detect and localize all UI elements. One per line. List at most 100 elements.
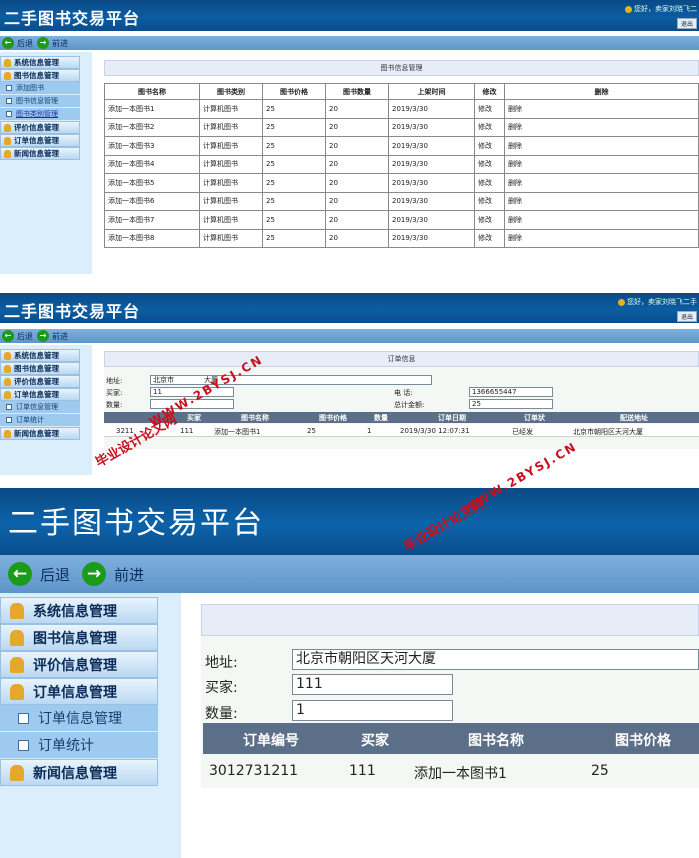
user-icon xyxy=(4,364,11,373)
submenu-bullet-icon xyxy=(6,98,12,104)
back-arrow-icon[interactable]: ← xyxy=(2,330,14,342)
phone-field[interactable]: 1366655447 xyxy=(469,387,553,397)
user-icon xyxy=(4,390,11,399)
delete-link[interactable]: 删除 xyxy=(504,210,699,230)
forward-button[interactable]: 前进 xyxy=(52,38,68,49)
back-button[interactable]: 后退 xyxy=(17,38,33,49)
edit-link[interactable]: 修改 xyxy=(474,154,505,174)
order-row[interactable]: 3012731211 111 添加一本图书1 25 xyxy=(203,754,699,788)
submenu-bullet-icon xyxy=(6,85,12,91)
order-row[interactable]: 3211 111 添加一本图书1 25 1 2019/3/30 12:07:31… xyxy=(104,424,699,437)
menu-system[interactable]: 系统信息管理 xyxy=(0,597,158,624)
col-order-id: 订单编号 xyxy=(243,733,299,749)
quantity-label: 数量: xyxy=(106,401,123,409)
row-book-price: 25 xyxy=(262,210,326,230)
row-book-price: 25 xyxy=(262,136,326,156)
exit-button[interactable]: 退出 xyxy=(676,311,697,322)
back-button[interactable]: 后退 xyxy=(40,564,70,585)
edit-link[interactable]: 修改 xyxy=(474,136,505,156)
table-row: 添加一本图书5 计算机图书 25 20 2019/3/30 修改 删除 xyxy=(104,173,699,193)
col-book-qty: 图书数量 xyxy=(325,83,389,100)
row-book-price: 25 xyxy=(262,154,326,174)
user-icon xyxy=(10,629,24,646)
buyer-field[interactable]: 111 xyxy=(292,674,453,695)
edit-link[interactable]: 修改 xyxy=(474,210,505,230)
row-book-category: 计算机图书 xyxy=(199,136,263,156)
col-delivery-address: 配送地址 xyxy=(620,414,648,422)
forward-arrow-icon[interactable]: → xyxy=(37,330,49,342)
submenu-order-info[interactable]: 订单信息管理 xyxy=(0,401,80,414)
menu-news[interactable]: 新闻信息管理 xyxy=(0,759,158,786)
menu-news[interactable]: 新闻信息管理 xyxy=(0,147,80,160)
row-book-name: 添加一本图书6 xyxy=(104,191,200,211)
book-table: 图书名称 图书类别 图书价格 图书数量 上架时间 修改 删除 添加一本图书1 计算… xyxy=(104,83,699,248)
delete-link[interactable]: 删除 xyxy=(504,228,699,248)
edit-link[interactable]: 修改 xyxy=(474,191,505,211)
navbar-3: ← 后退 → 前进 xyxy=(0,555,699,593)
menu-book[interactable]: 图书信息管理 xyxy=(0,69,80,82)
forward-button[interactable]: 前进 xyxy=(114,564,144,585)
edit-link[interactable]: 修改 xyxy=(474,99,505,119)
menu-system[interactable]: 系统信息管理 xyxy=(0,56,80,69)
row-shelf-time: 2019/3/30 xyxy=(388,210,475,230)
menu-system[interactable]: 系统信息管理 xyxy=(0,349,80,362)
user-icon xyxy=(4,429,11,438)
address-label: 地址: xyxy=(205,655,238,671)
menu-news[interactable]: 新闻信息管理 xyxy=(0,427,80,440)
row-book-qty: 20 xyxy=(325,191,389,211)
menu-order[interactable]: 订单信息管理 xyxy=(0,388,80,401)
menu-order[interactable]: 订单信息管理 xyxy=(0,134,80,147)
menu-book[interactable]: 图书信息管理 xyxy=(0,624,158,651)
menu-book[interactable]: 图书信息管理 xyxy=(0,362,80,375)
table-row: 添加一本图书2 计算机图书 25 20 2019/3/30 修改 删除 xyxy=(104,117,699,137)
row-book-name: 添加一本图书7 xyxy=(104,210,200,230)
edit-link[interactable]: 修改 xyxy=(474,228,505,248)
menu-review[interactable]: 评价信息管理 xyxy=(0,121,80,134)
forward-arrow-icon[interactable]: → xyxy=(37,37,49,49)
col-book-category: 图书类别 xyxy=(199,83,263,100)
row-book-qty: 20 xyxy=(325,228,389,248)
submenu-add-book[interactable]: 添加图书 xyxy=(0,82,80,95)
row-shelf-time: 2019/3/30 xyxy=(388,154,475,174)
sidebar-2: 系统信息管理 图书信息管理 评价信息管理 订单信息管理 订单信息管理 订单统计 … xyxy=(0,345,92,475)
address-field[interactable]: 北京市朝阳区天河大厦 xyxy=(292,649,699,670)
submenu-bullet-icon xyxy=(6,111,12,117)
row-book-qty: 20 xyxy=(325,154,389,174)
back-arrow-icon[interactable]: ← xyxy=(2,37,14,49)
delete-link[interactable]: 删除 xyxy=(504,136,699,156)
submenu-order-info[interactable]: 订单信息管理 xyxy=(0,705,158,732)
back-button[interactable]: 后退 xyxy=(17,331,33,342)
quantity-field[interactable]: 1 xyxy=(292,700,453,721)
col-book-price: 图书价格 xyxy=(615,733,671,749)
edit-link[interactable]: 修改 xyxy=(474,173,505,193)
user-icon xyxy=(4,136,11,145)
address-field[interactable]: 北京市 大厦 xyxy=(150,375,432,385)
row-book-category: 计算机图书 xyxy=(199,117,263,137)
row-book-name: 添加一本图书1 xyxy=(104,99,200,119)
menu-review[interactable]: 评价信息管理 xyxy=(0,651,158,678)
delete-link[interactable]: 删除 xyxy=(504,173,699,193)
row-book-category: 计算机图书 xyxy=(199,99,263,119)
forward-button[interactable]: 前进 xyxy=(52,331,68,342)
delete-link[interactable]: 删除 xyxy=(504,117,699,137)
sidebar-1: 系统信息管理 图书信息管理 添加图书 图书信息管理 图书类别管理 评价信息管理 … xyxy=(0,52,92,274)
table-row: 添加一本图书3 计算机图书 25 20 2019/3/30 修改 删除 xyxy=(104,136,699,156)
edit-link[interactable]: 修改 xyxy=(474,117,505,137)
user-icon xyxy=(625,5,632,13)
submenu-book-category[interactable]: 图书类别管理 xyxy=(0,108,80,121)
submenu-book-info[interactable]: 图书信息管理 xyxy=(0,95,80,108)
delete-link[interactable]: 删除 xyxy=(504,154,699,174)
delete-link[interactable]: 删除 xyxy=(504,99,699,119)
menu-review[interactable]: 评价信息管理 xyxy=(0,375,80,388)
delete-link[interactable]: 删除 xyxy=(504,191,699,211)
back-arrow-icon[interactable]: ← xyxy=(8,562,32,586)
user-icon xyxy=(4,351,11,360)
exit-button[interactable]: 退出 xyxy=(676,18,697,29)
total-field[interactable]: 25 xyxy=(469,399,553,409)
menu-order[interactable]: 订单信息管理 xyxy=(0,678,158,705)
submenu-order-stats[interactable]: 订单统计 xyxy=(0,732,158,759)
quantity-label: 数量: xyxy=(205,706,238,722)
forward-arrow-icon[interactable]: → xyxy=(82,562,107,586)
submenu-order-stats[interactable]: 订单统计 xyxy=(0,414,80,427)
row-book-category: 计算机图书 xyxy=(199,191,263,211)
